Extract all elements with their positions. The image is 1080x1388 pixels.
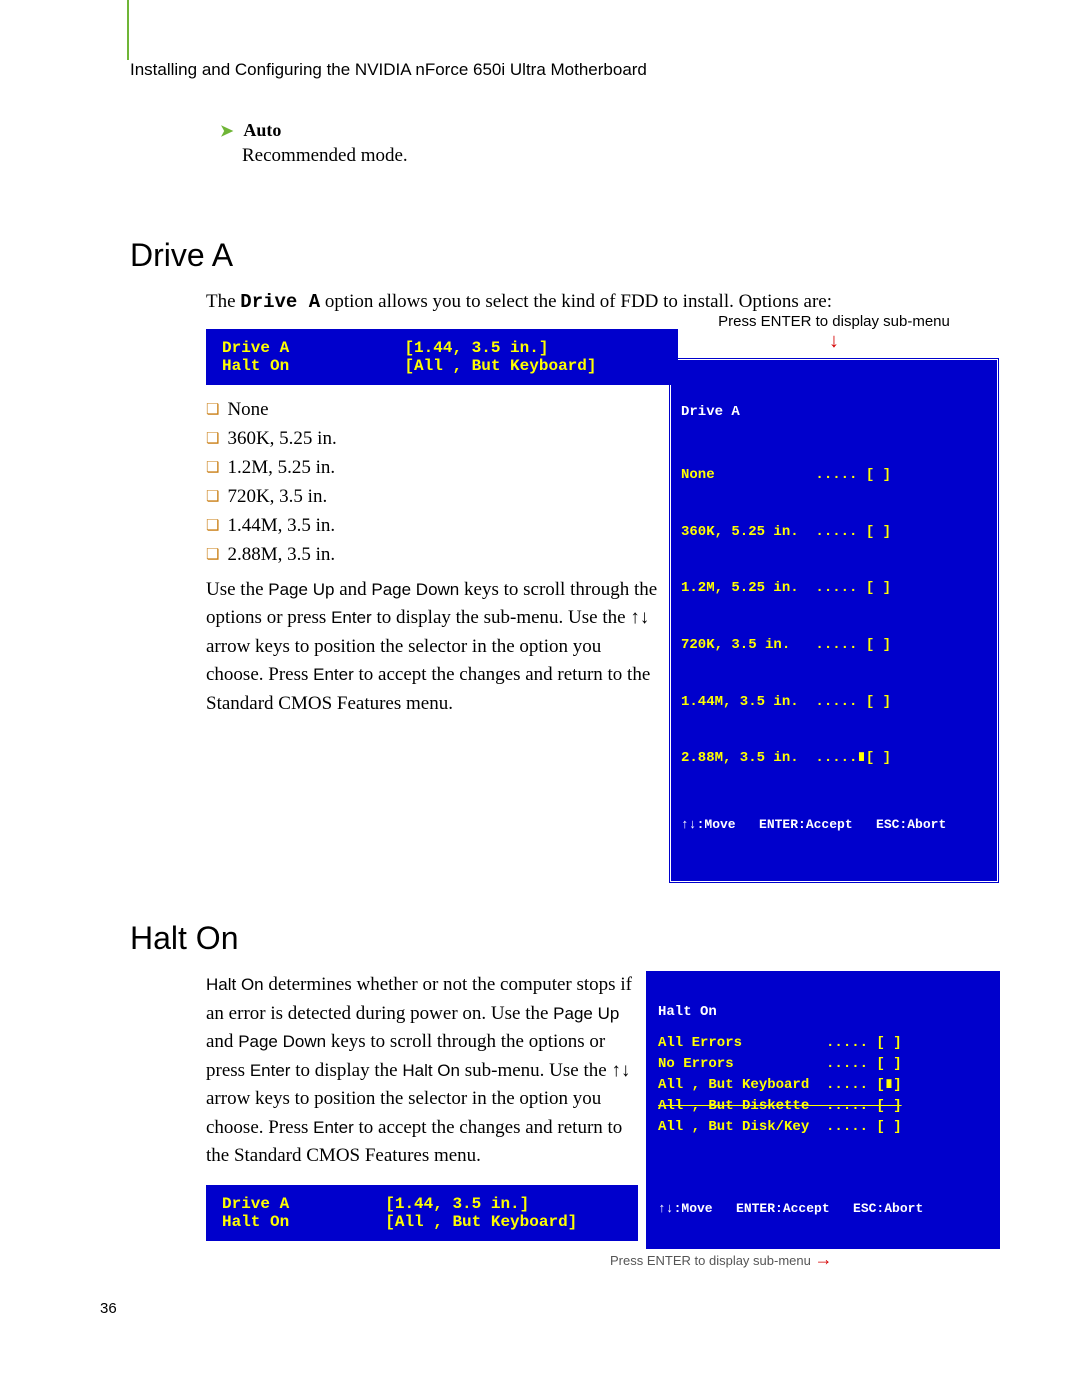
opt-text: 1.44M, 3.5 in.	[227, 515, 335, 536]
submenu-title: Halt On	[658, 1002, 988, 1023]
label: Halt On	[222, 357, 289, 375]
auto-label: Auto	[243, 120, 281, 140]
auto-desc: Recommended mode.	[242, 145, 1000, 167]
halt-on-heading: Halt On	[130, 920, 1000, 957]
drive-a-submenu-wrap: Press ENTER to display sub-menu ↓ Drive …	[668, 313, 1000, 885]
key: Enter	[313, 665, 354, 684]
down-arrow-icon: ↓	[668, 330, 1000, 353]
submenu-item[interactable]: None ..... [ ]	[681, 466, 987, 485]
bios-settings-row: Drive A [1.44, 3.5 in.] Halt On [All , B…	[206, 329, 678, 385]
label: Halt On	[222, 1213, 289, 1231]
opt-text: 2.88M, 3.5 in.	[227, 544, 335, 565]
opt-text: None	[227, 399, 268, 420]
submenu-item[interactable]: 360K, 5.25 in. ..... [ ]	[681, 523, 987, 542]
submenu-item[interactable]: No Errors ..... [ ]	[658, 1056, 902, 1072]
code: Halt On	[206, 975, 264, 994]
submenu-footer: ↑↓:Move ENTER:Accept ESC:Abort	[658, 1199, 988, 1219]
drive-a-heading: Drive A	[130, 237, 1000, 274]
bios-settings-row-2: Drive A [1.44, 3.5 in.] Halt On [All , B…	[206, 1185, 638, 1241]
submenu-footer: ↑↓:Move ENTER:Accept ESC:Abort	[681, 816, 987, 834]
label: Drive A	[222, 339, 289, 357]
opt-text: 720K, 3.5 in.	[227, 486, 327, 507]
key: Page Up	[268, 580, 334, 599]
right-arrow-icon: →	[814, 1249, 832, 1269]
drive-a-submenu: Drive A None ..... [ ] 360K, 5.25 in. ..…	[668, 357, 1000, 885]
decorative-bar	[127, 0, 129, 60]
square-bullet-icon: ❏	[206, 431, 219, 447]
square-bullet-icon: ❏	[206, 547, 219, 563]
submenu-item[interactable]: 1.44M, 3.5 in. ..... [ ]	[681, 693, 987, 712]
code: Halt On	[402, 1061, 460, 1080]
submenu-item[interactable]: All , But Keyboard ..... [∎]	[658, 1077, 902, 1093]
txt: option allows you to select the kind of …	[320, 291, 832, 312]
value: [All , But Keyboard]	[404, 357, 596, 375]
submenu-item[interactable]: All , But Diskette ..... [ ]	[658, 1098, 902, 1114]
txt: and	[334, 579, 371, 600]
txt: to display the	[290, 1060, 402, 1081]
key: Enter	[313, 1118, 354, 1137]
key: Page Up	[553, 1004, 619, 1023]
opt-text: 1.2M, 5.25 in.	[227, 457, 335, 478]
code: Drive A	[240, 291, 320, 313]
square-bullet-icon: ❏	[206, 460, 219, 476]
submenu-item[interactable]: All Errors ..... [ ]	[658, 1035, 902, 1051]
label: Drive A	[222, 1195, 289, 1213]
submenu-item[interactable]: All , But Disk/Key ..... [ ]	[658, 1119, 902, 1135]
value: [1.44, 3.5 in.]	[404, 339, 548, 357]
running-header: Installing and Configuring the NVIDIA nF…	[130, 60, 1000, 80]
txt: and	[206, 1031, 238, 1052]
opt-text: 360K, 5.25 in.	[227, 428, 336, 449]
key: Enter	[250, 1061, 291, 1080]
halt-on-submenu: Halt On All Errors ..... [ ] No Errors ..…	[646, 971, 1000, 1249]
value: [1.44, 3.5 in.]	[385, 1195, 529, 1213]
txt: The	[206, 291, 240, 312]
submenu-item[interactable]: 2.88M, 3.5 in. .....∎[ ]	[681, 749, 987, 768]
arrow-bullet-icon: ➤	[220, 123, 233, 140]
square-bullet-icon: ❏	[206, 489, 219, 505]
key: Page Down	[371, 580, 459, 599]
txt: Use the	[206, 579, 268, 600]
square-bullet-icon: ❏	[206, 518, 219, 534]
submenu-item[interactable]: 1.2M, 5.25 in. ..... [ ]	[681, 579, 987, 598]
value: [All , But Keyboard]	[385, 1213, 577, 1231]
submenu-item[interactable]: 720K, 3.5 in. ..... [ ]	[681, 636, 987, 655]
square-bullet-icon: ❏	[206, 402, 219, 418]
key: Page Down	[238, 1032, 326, 1051]
auto-mode-block: ➤ Auto Recommended mode.	[220, 120, 1000, 167]
submenu-title: Drive A	[681, 403, 987, 422]
page-number: 36	[100, 1300, 1000, 1317]
txt: Press ENTER to display sub-menu	[610, 1253, 811, 1268]
key: Enter	[331, 608, 372, 627]
